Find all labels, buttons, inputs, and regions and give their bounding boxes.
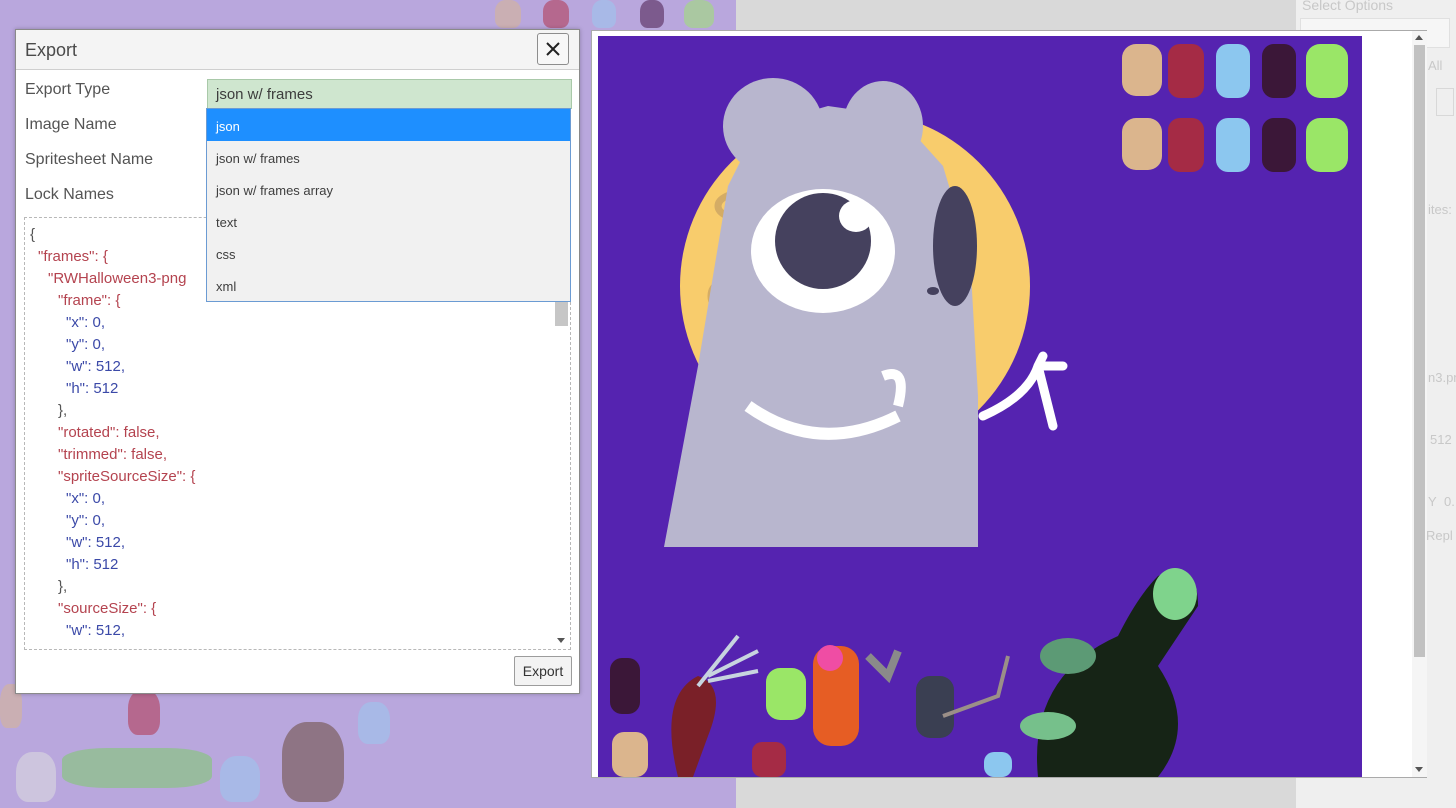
- code-line: "x": 0,: [66, 490, 105, 507]
- export-type-select[interactable]: json w/ frames: [207, 79, 572, 109]
- code-line: "RWHalloween3-png: [48, 270, 187, 287]
- image-name-label: Image Name: [25, 116, 117, 133]
- dropdown-option-xml[interactable]: xml: [207, 269, 570, 301]
- code-line: "h": 512: [66, 556, 119, 573]
- code-line: "frame": {: [58, 292, 121, 309]
- code-line: "w": 512,: [66, 534, 126, 551]
- scroll-down-icon[interactable]: [557, 638, 565, 643]
- dropdown-option-json-frames[interactable]: json w/ frames: [207, 141, 570, 173]
- code-line: "y": 0,: [66, 336, 105, 353]
- code-line: "w": 512,: [66, 358, 126, 375]
- close-icon: [546, 42, 560, 56]
- export-type-label: Export Type: [25, 81, 111, 98]
- select-options-text: Select Options: [1302, 0, 1394, 13]
- lock-names-label: Lock Names: [25, 186, 114, 203]
- code-line: },: [58, 402, 68, 419]
- code-line: "x": 0,: [66, 314, 105, 331]
- code-line: "rotated": false,: [58, 424, 160, 441]
- close-button[interactable]: [537, 33, 569, 65]
- y-value: 0.: [1444, 494, 1455, 509]
- preview-scrollbar[interactable]: [1412, 31, 1427, 777]
- faded-box: [1436, 88, 1454, 116]
- dropdown-option-json[interactable]: json: [207, 109, 570, 141]
- sprites-text: ites:: [1428, 202, 1452, 217]
- code-scroll-thumb[interactable]: [555, 300, 568, 326]
- preview-scroll-thumb[interactable]: [1414, 45, 1425, 657]
- spritesheet-preview: [591, 30, 1427, 778]
- scroll-down-icon[interactable]: [1415, 767, 1423, 772]
- faded-sprite: [16, 752, 56, 802]
- mouse-body: [664, 106, 978, 547]
- spritesheet-image: [610, 44, 1348, 777]
- code-line: "h": 512: [66, 380, 119, 397]
- y-label: Y: [1428, 494, 1437, 509]
- code-line: "trimmed": false,: [58, 446, 168, 463]
- faded-sprite: [684, 0, 714, 28]
- all-text: All: [1428, 58, 1443, 73]
- sprite-row-top: [1122, 44, 1348, 172]
- export-type-dropdown: json json w/ frames json w/ frames array…: [206, 108, 571, 302]
- code-line: "spriteSourceSize": {: [58, 468, 196, 485]
- export-button[interactable]: Export: [514, 656, 572, 686]
- dropdown-option-css[interactable]: css: [207, 237, 570, 269]
- code-line: "frames": {: [38, 248, 108, 265]
- code-line: },: [58, 578, 68, 595]
- dropdown-option-json-frames-array[interactable]: json w/ frames array: [207, 173, 570, 205]
- faded-sprite: [640, 0, 664, 28]
- dialog-title: Export: [25, 40, 78, 60]
- replace-text: Repl: [1426, 528, 1453, 543]
- spritesheet-name-label: Spritesheet Name: [25, 151, 154, 168]
- code-content: { "frames": { "RWHalloween3-png "frame":…: [30, 224, 195, 642]
- code-line: {: [30, 226, 36, 243]
- spritesheet-canvas: [598, 36, 1362, 777]
- faded-sprite: [128, 690, 160, 735]
- faded-sprite: [592, 0, 616, 28]
- scroll-up-icon[interactable]: [1415, 35, 1423, 40]
- filename-text: n3.pn: [1428, 370, 1456, 385]
- faded-sprite: [220, 756, 260, 802]
- code-line: "y": 0,: [66, 512, 105, 529]
- faded-sprite: [282, 722, 344, 802]
- faded-sprite: [495, 0, 521, 28]
- code-line: "sourceSize": {: [58, 600, 157, 617]
- dropdown-option-text[interactable]: text: [207, 205, 570, 237]
- faded-sprite: [543, 0, 569, 28]
- dialog-header: Export: [16, 30, 579, 70]
- faded-sprite: [358, 702, 390, 744]
- code-line: "w": 512,: [66, 622, 126, 639]
- size-text: 512: [1430, 432, 1452, 447]
- faded-sprite: [62, 748, 212, 788]
